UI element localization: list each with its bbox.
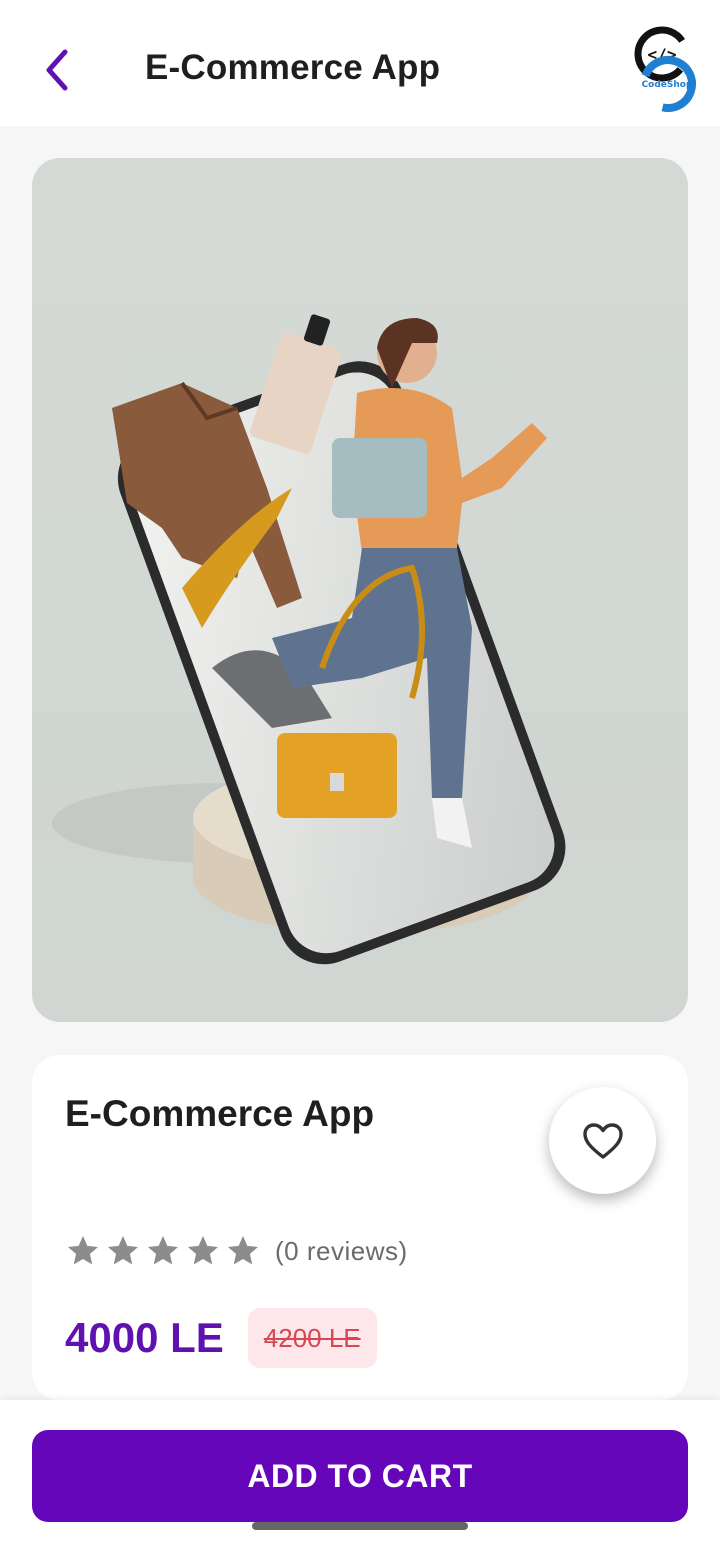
favorite-button[interactable] [549,1087,656,1194]
rating-row: (0 reviews) [65,1231,408,1271]
product-image [32,158,688,1022]
star-icon [108,1236,138,1265]
reviews-count: (0 reviews) [275,1235,408,1266]
heart-outline-icon [582,1122,623,1159]
old-price-badge: 4200 LE [247,1308,377,1368]
home-indicator[interactable] [252,1522,468,1530]
star-icon [188,1236,218,1265]
current-price: 4000 LE [65,1314,224,1361]
product-title: E-Commerce App [65,1093,375,1134]
chevron-left-icon [46,49,68,91]
star-rating [65,1233,261,1269]
price-row: 4000 LE 4200 LE [65,1307,377,1369]
add-to-cart-button[interactable]: ADD TO CART [32,1430,688,1522]
bottom-action-bar: ADD TO CART [0,1400,720,1550]
old-price: 4200 LE [263,1322,361,1353]
star-icon [148,1236,178,1265]
product-card: E-Commerce App (0 reviews) 4000 LE 4200 … [32,1055,688,1400]
star-icon [228,1236,258,1265]
logo-text: CodeShop [641,80,693,90]
page-title: E-Commerce App [145,48,441,87]
back-button[interactable] [30,40,86,100]
app-bar: E-Commerce App </> CodeShop [0,0,720,126]
app-logo: </> CodeShop [632,26,698,116]
star-icon [68,1236,98,1265]
